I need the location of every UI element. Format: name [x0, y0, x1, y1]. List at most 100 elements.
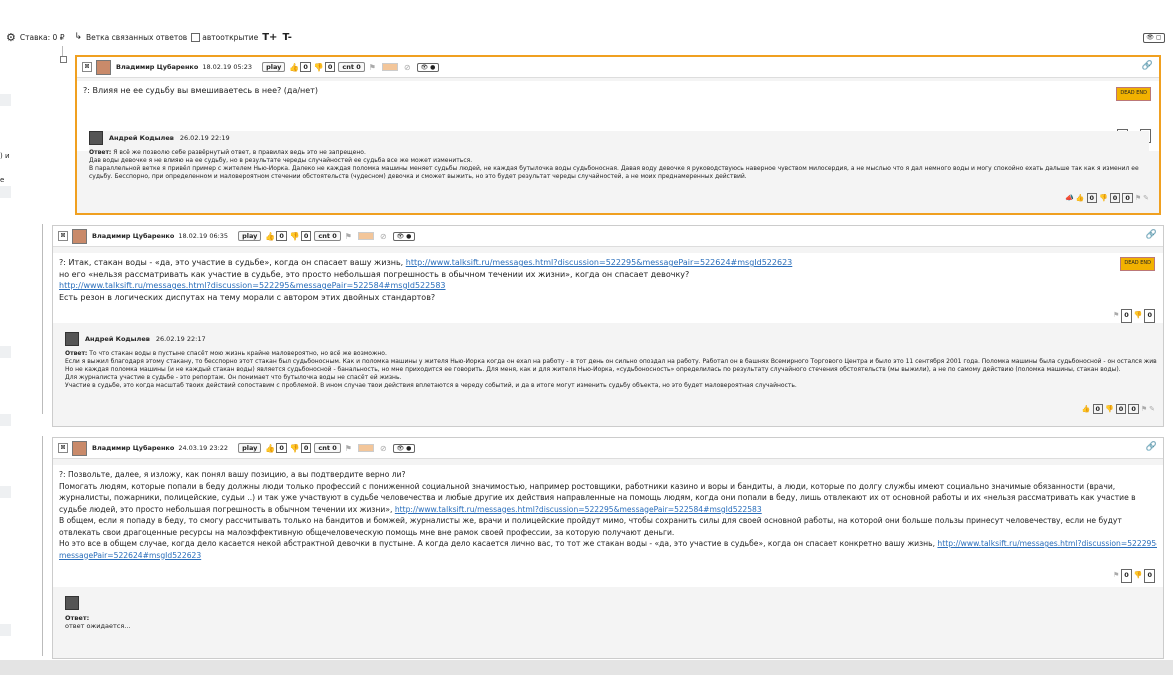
question-line: http://www.talksift.ru/messages.html?dis… [59, 280, 1157, 292]
question-votes: ⚑ 0 👎 0 [1113, 309, 1155, 323]
dislike-icon[interactable]: 👎 [314, 63, 324, 72]
bookmark-icon[interactable]: ⚑ [345, 232, 352, 241]
like-icon[interactable]: 👍 [1082, 405, 1091, 413]
font-increase-button[interactable]: T+ [262, 32, 277, 43]
bookmark-icon[interactable]: ⚑ [1135, 194, 1141, 202]
author-name[interactable]: Владимир Цубаренко [92, 232, 174, 240]
author-name[interactable]: Владимир Цубаренко [92, 444, 174, 452]
sidebar-stub [0, 94, 11, 106]
edit-icon[interactable]: ✎ [1143, 194, 1149, 202]
answer-text: То что стакан воды в пустыне спасёт мою … [89, 350, 387, 357]
like-icon[interactable]: 👍 [265, 232, 275, 241]
thread-card: ⊠ Владимир Цубаренко 24.03.19 23:22 play… [52, 437, 1164, 659]
like-count: 0 [1086, 193, 1098, 203]
message-link[interactable]: http://www.talksift.ru/messages.html?dis… [406, 258, 793, 267]
dislike-icon[interactable]: 👎 [1134, 310, 1143, 322]
question-line: ?: Влияя не ее судьбу вы вмешиваетесь в … [83, 86, 318, 95]
collapse-icon[interactable]: ⊠ [58, 443, 68, 453]
tree-node[interactable] [60, 56, 67, 63]
question-block: ?: Позвольте, далее, я изложу, как понял… [53, 465, 1163, 587]
rating-badge[interactable] [381, 63, 398, 71]
dislike-icon[interactable]: 👎 [1099, 194, 1108, 202]
dislike-count: 0 [1109, 193, 1121, 203]
bookmark-icon[interactable]: ⚑ [369, 63, 376, 72]
collapse-icon[interactable]: ⊠ [82, 62, 92, 72]
hide-icon[interactable]: ⊘ [380, 232, 387, 241]
answer-header: Андрей Кодылев 26.02.19 22:17 [65, 332, 1157, 346]
collapse-icon[interactable]: ⊠ [58, 231, 68, 241]
avatar [89, 131, 103, 145]
answer-text: Для журналиста участие в судьбе - это ре… [65, 374, 402, 381]
rating-badge[interactable] [357, 444, 374, 452]
visibility-toggle[interactable]: 👁 ● [416, 62, 440, 72]
cnt-badge[interactable]: cnt 0 [314, 231, 341, 241]
dislike-count: 0 [324, 62, 336, 72]
visibility-toggle[interactable]: 👁 ● [392, 231, 416, 241]
answer-label: Ответ: [89, 149, 112, 156]
answer-votes: 📣 👍 0 👎 0 0 ⚑ ✎ [1065, 193, 1149, 203]
filter-settings-icon[interactable]: ⚙ [6, 31, 16, 44]
post-date: 18.02.19 06:35 [178, 232, 229, 240]
bookmark-icon[interactable]: ⚑ [1141, 405, 1147, 413]
post-date: 24.03.19 23:22 [178, 444, 229, 452]
answer-author[interactable]: Андрей Кодылев [85, 335, 150, 343]
like-icon[interactable]: 👍 [289, 63, 299, 72]
question-votes: ⚑ 0 👎 0 [1113, 569, 1155, 583]
bookmark-icon[interactable]: ⚑ [345, 444, 352, 453]
avatar [65, 332, 79, 346]
megaphone-icon[interactable]: 📣 [1065, 194, 1074, 202]
edit-icon[interactable]: ✎ [1149, 405, 1155, 413]
answer-text: Дав воды девочке я не влияю на ее судьбу… [89, 157, 473, 164]
hide-icon[interactable]: ⊘ [380, 444, 387, 453]
hide-icon[interactable]: ⊘ [404, 63, 411, 72]
bookmark-icon[interactable]: ⚑ [1113, 310, 1119, 322]
link-icon[interactable]: 🔗 [1146, 230, 1157, 240]
author-name[interactable]: Владимир Цубаренко [116, 63, 198, 71]
view-toggle[interactable]: 👁 ▢ [1143, 33, 1165, 43]
dislike-count: 0 [300, 443, 312, 453]
question-line: ?: Позвольте, далее, я изложу, как понял… [59, 470, 406, 479]
answer-author[interactable]: Андрей Кодылев [109, 134, 174, 142]
link-icon[interactable]: 🔗 [1142, 61, 1153, 71]
message-link[interactable]: http://www.talksift.ru/messages.html?dis… [395, 505, 762, 514]
avatar [72, 440, 87, 456]
answer-votes: 👍 0 👎 0 0 ⚑ ✎ [1082, 404, 1155, 414]
like-icon[interactable]: 👍 [265, 444, 275, 453]
branch-label[interactable]: Ветка связанных ответов [86, 33, 187, 42]
status-badge: DEAD END [1116, 87, 1151, 101]
like-icon[interactable]: 👍 [1076, 194, 1085, 202]
tree-connector [42, 224, 43, 414]
like-count: 0 [276, 443, 287, 453]
answer-label: Ответ: [65, 614, 90, 622]
font-decrease-button[interactable]: T- [282, 32, 292, 43]
question-line: отвлекать свои драгоценные ресурсы на ма… [59, 527, 675, 537]
extra-count: 0 [1128, 404, 1139, 414]
dislike-icon[interactable]: 👎 [1134, 570, 1143, 582]
message-link[interactable]: http://www.talksift.ru/messages.html?dis… [59, 281, 446, 290]
question-line: Помогать людям, которые попали в беду до… [59, 481, 1116, 491]
dislike-count: 0 [1144, 569, 1155, 583]
visibility-toggle[interactable]: 👁 ● [392, 443, 416, 453]
cnt-badge[interactable]: cnt 0 [314, 443, 341, 453]
cnt-badge[interactable]: cnt 0 [338, 62, 365, 72]
rating-badge[interactable] [357, 232, 374, 240]
answer-text: Но не каждая поломка машины (и не каждый… [65, 366, 1121, 373]
avatar [96, 59, 111, 75]
thread-header: ⊠ Владимир Цубаренко 18.02.19 05:23 play… [77, 57, 1159, 78]
autoopen-checkbox[interactable] [191, 32, 201, 42]
dislike-icon[interactable]: 👎 [290, 444, 300, 453]
question-block: ?: Итак, стакан воды - «да, это участие … [53, 253, 1163, 323]
answer-text: Если я выжил благодаря этому стакану, то… [65, 358, 1157, 365]
play-button[interactable]: play [238, 443, 262, 453]
answer-text: судьбу. Бесспорно, при определенном и ма… [89, 173, 747, 180]
message-link[interactable]: http://www.talksift.ru/messages.html?dis… [937, 539, 1157, 548]
message-link[interactable]: messagePair=522624#msgId522623 [59, 551, 201, 560]
play-button[interactable]: play [262, 62, 286, 72]
answer-header: Андрей Кодылев 26.02.19 22:19 [89, 131, 1149, 145]
bookmark-icon[interactable]: ⚑ [1113, 570, 1119, 582]
play-button[interactable]: play [238, 231, 262, 241]
avatar [72, 228, 87, 244]
dislike-icon[interactable]: 👎 [290, 232, 300, 241]
dislike-icon[interactable]: 👎 [1105, 405, 1114, 413]
link-icon[interactable]: 🔗 [1146, 442, 1157, 452]
